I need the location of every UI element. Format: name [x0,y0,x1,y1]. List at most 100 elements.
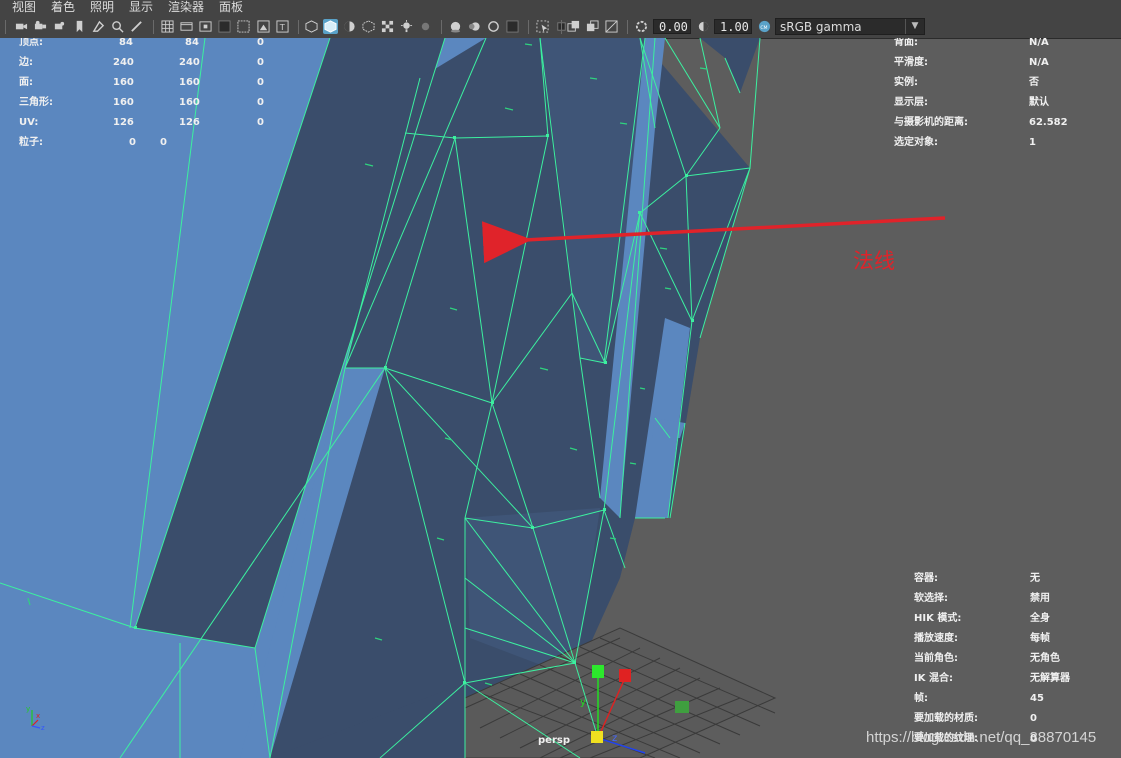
menu-show[interactable]: 显示 [129,0,153,14]
hud-row: 面: 160 160 0 [19,73,279,93]
hud-value: N/A [1029,57,1049,68]
hud-label: 当前角色: [914,653,958,664]
hud-value: 0 [257,117,264,128]
hud-row: IK 混合: 无解算器 [914,669,1114,689]
hud-row: 播放速度: 每帧 [914,629,1114,649]
hud-label: 三角形: [19,97,53,108]
xray-active-icon[interactable] [585,19,600,34]
hud-label: 与摄影机的距离: [894,117,968,128]
hud-value: 62.582 [1029,117,1068,128]
hud-value: 否 [1029,77,1039,88]
viewport-menu-bar: 视图 着色 照明 显示 渲染器 面板 [0,0,1121,16]
bookmark-icon[interactable] [72,19,87,34]
motion-blur-icon[interactable] [467,19,482,34]
camera-attributes-icon[interactable] [52,19,67,34]
xray-joints-icon[interactable] [566,19,581,34]
chevron-down-icon[interactable]: ▼ [905,19,924,34]
menu-shading[interactable]: 着色 [51,0,75,14]
x-axis-handle [619,669,631,682]
hud-value: 126 [179,117,200,128]
hud-label: HIK 模式: [914,613,962,624]
hud-label: 粒子: [19,137,43,148]
hud-row: 实例: 否 [894,73,1094,93]
smooth-shade-icon[interactable] [323,19,338,34]
hud-label: 顶点: [19,38,43,48]
hud-label: 显示层: [894,97,928,108]
hud-value: 84 [185,38,199,48]
hud-value: 0 [129,137,136,148]
isolate-select-icon[interactable] [535,19,550,34]
hud-value: 无解算器 [1030,673,1070,684]
hud-label: 播放速度: [914,633,958,644]
toolbar-separator [5,20,6,34]
hud-label: 软选择: [914,593,948,604]
resolution-gate-icon[interactable] [198,19,213,34]
axis-z-label: z [41,724,45,732]
viewport-3d[interactable]: y z x y z 顶点: 84 84 0 边: 240 240 0 面: 160 160 0 三… [0,38,1121,758]
grease-pencil-icon[interactable] [129,19,144,34]
2d-pan-zoom-icon[interactable] [110,19,125,34]
hud-row: HIK 模式: 全身 [914,609,1114,629]
image-plane-icon[interactable] [91,19,106,34]
y-axis-handle [592,665,604,678]
exposure-reset-icon[interactable] [634,19,649,34]
hud-value: 160 [113,77,134,88]
gate-mask-icon[interactable] [217,19,232,34]
safe-title-icon[interactable]: T [275,19,290,34]
toolbar-separator [298,20,299,34]
hud-label: 帧: [914,693,928,704]
hud-label: IK 混合: [914,673,953,684]
ambient-occlusion-icon[interactable] [448,19,463,34]
depth-of-field-icon[interactable] [505,19,520,34]
gamma-field[interactable]: 1.00 [714,19,752,34]
menu-lighting[interactable]: 照明 [90,0,114,14]
toolbar-separator [441,20,442,34]
hud-label: 面: [19,77,33,88]
svg-text:T: T [279,22,286,32]
hud-row: 要加载的材质: 0 [914,709,1114,729]
plane-handle [675,701,689,713]
backface-cull-icon[interactable] [604,19,619,34]
hud-row: 软选择: 禁用 [914,589,1114,609]
hud-value: 0 [160,137,167,148]
hud-value: 240 [113,57,134,68]
lights-icon[interactable] [399,19,414,34]
hud-value: 0 [257,77,264,88]
hud-label: 平滑度: [894,57,928,68]
camera-lock-icon[interactable] [33,19,48,34]
grid-icon[interactable] [160,19,175,34]
default-material-icon[interactable] [342,19,357,34]
textured-icon[interactable] [380,19,395,34]
xray-icon[interactable] [361,19,376,34]
hud-value: 0 [257,38,264,48]
svg-text:CM: CM [760,25,767,31]
toolbar-separator [627,20,628,34]
hud-row: 容器: 无 [914,569,1114,589]
field-chart-icon[interactable] [236,19,251,34]
shadows-icon[interactable] [418,19,433,34]
color-space-dropdown[interactable]: sRGB gamma ▼ [775,18,925,35]
hud-row: 显示层: 默认 [894,93,1094,113]
hud-value: 126 [113,117,134,128]
annotation-label: 法线 [853,249,895,273]
camera-name-label: persp [538,735,570,746]
hud-row: UV: 126 126 0 [19,113,279,133]
hud-label: 要加载的材质: [914,713,978,724]
menu-panels[interactable]: 面板 [219,0,243,14]
hud-row: 选定对象: 1 [894,133,1094,153]
film-gate-icon[interactable] [179,19,194,34]
exposure-field[interactable]: 0.00 [653,19,691,34]
camera-select-icon[interactable] [14,19,29,34]
safe-action-icon[interactable] [256,19,271,34]
gamma-reset-icon[interactable] [696,19,711,34]
wireframe-icon[interactable] [304,19,319,34]
view-transform-icon[interactable]: CM [757,19,772,34]
mesh-face [700,38,760,93]
menu-renderer[interactable]: 渲染器 [168,0,204,14]
anti-aliasing-icon[interactable] [486,19,501,34]
menu-view[interactable]: 视图 [12,0,36,14]
hud-value: 1 [1029,137,1036,148]
toolbar-separator [528,20,529,34]
gizmo-y-label: y [580,697,586,708]
toolbar-separator [561,20,562,34]
